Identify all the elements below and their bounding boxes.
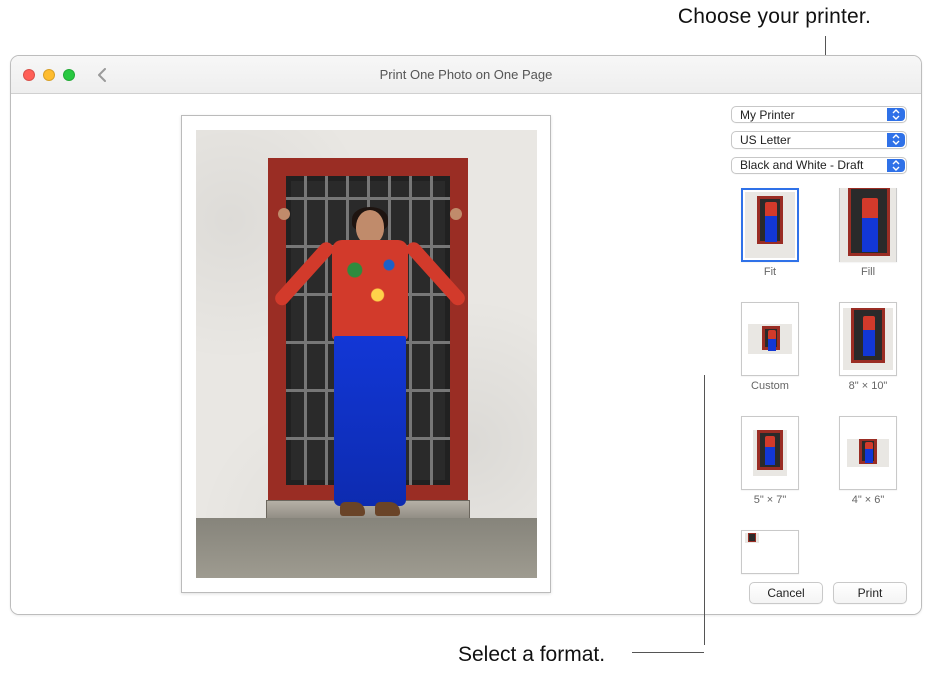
paper-size-select-value: US Letter xyxy=(740,133,791,147)
printer-select-value: My Printer xyxy=(740,108,795,122)
dropdown-arrows-icon xyxy=(887,159,905,172)
format-grid: Fit Fill Custom 8" × 10" 5" × 7" xyxy=(731,188,907,574)
format-option-8x10[interactable]: 8" × 10" xyxy=(833,302,903,392)
back-button[interactable] xyxy=(93,67,109,83)
photo-preview xyxy=(196,130,537,578)
cancel-button[interactable]: Cancel xyxy=(749,582,823,604)
callout-select-format: Select a format. xyxy=(458,643,605,667)
format-option-contact-sheet[interactable] xyxy=(735,530,805,574)
format-option-fill[interactable]: Fill xyxy=(833,188,903,278)
format-option-fit[interactable]: Fit xyxy=(735,188,805,278)
callout-line-bottom-v xyxy=(704,375,705,645)
format-label: Fit xyxy=(764,266,776,278)
format-option-4x6[interactable]: 4" × 6" xyxy=(833,416,903,506)
format-label: Fill xyxy=(861,266,875,278)
format-option-custom[interactable]: Custom xyxy=(735,302,805,392)
print-preview-area xyxy=(11,94,721,614)
minimize-window-button[interactable] xyxy=(43,69,55,81)
dialog-actions: Cancel Print xyxy=(731,574,907,604)
window-content: My Printer US Letter Black and White - D… xyxy=(11,94,921,614)
print-button[interactable]: Print xyxy=(833,582,907,604)
paper-preview xyxy=(181,115,551,593)
window-controls xyxy=(11,69,75,81)
format-label: 4" × 6" xyxy=(852,494,885,506)
dropdown-arrows-icon xyxy=(887,108,905,121)
dropdown-arrows-icon xyxy=(887,133,905,146)
format-label: Custom xyxy=(751,380,789,392)
paper-size-select[interactable]: US Letter xyxy=(731,131,907,148)
titlebar: Print One Photo on One Page xyxy=(11,56,921,94)
callout-line-bottom-h xyxy=(632,652,704,653)
zoom-window-button[interactable] xyxy=(63,69,75,81)
printer-select[interactable]: My Printer xyxy=(731,106,907,123)
print-quality-select[interactable]: Black and White - Draft xyxy=(731,157,907,174)
format-option-5x7[interactable]: 5" × 7" xyxy=(735,416,805,506)
format-label: 5" × 7" xyxy=(754,494,787,506)
window-title: Print One Photo on One Page xyxy=(11,67,921,82)
callout-choose-printer: Choose your printer. xyxy=(678,5,871,29)
print-dialog-window: Print One Photo on One Page xyxy=(10,55,922,615)
print-quality-select-value: Black and White - Draft xyxy=(740,158,863,172)
print-options-sidebar: My Printer US Letter Black and White - D… xyxy=(721,94,921,614)
format-label: 8" × 10" xyxy=(849,380,888,392)
close-window-button[interactable] xyxy=(23,69,35,81)
